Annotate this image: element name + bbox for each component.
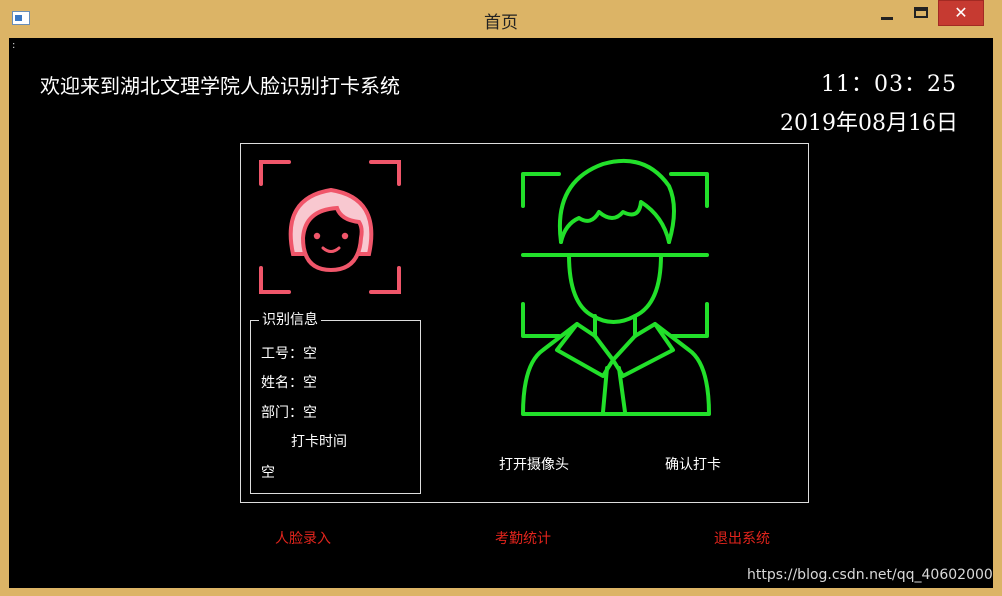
minimize-button[interactable] [873, 0, 901, 26]
punch-time-label: 打卡时间 [291, 434, 347, 450]
male-face-scan-icon [521, 158, 711, 416]
maximize-button[interactable] [907, 0, 935, 26]
open-camera-button[interactable]: 打开摄像头 [499, 454, 569, 474]
exit-system-button[interactable]: 退出系统 [714, 528, 770, 548]
welcome-text: 欢迎来到湖北文理学院人脸识别打卡系统 [40, 74, 400, 98]
punch-time-value: 空 [261, 465, 275, 481]
confirm-punch-button[interactable]: 确认打卡 [665, 454, 721, 474]
clock-date: 2019年08月16日 [780, 111, 958, 136]
recognition-panel: 识别信息 工号：空 姓名：空 部门：空 打卡时间 空 打开摄像头 确认打卡 [240, 143, 809, 503]
employee-id-label: 工号：空 [261, 346, 317, 362]
close-button[interactable]: ✕ [938, 0, 984, 26]
watermark-text: https://blog.csdn.net/qq_40602000 [747, 567, 993, 583]
window-title: 首页 [484, 13, 518, 33]
department-label: 部门：空 [261, 405, 317, 421]
name-label: 姓名：空 [261, 375, 317, 391]
female-face-scan-icon [259, 160, 401, 294]
recognition-info-title: 识别信息 [259, 312, 321, 328]
attendance-stats-button[interactable]: 考勤统计 [495, 528, 551, 548]
app-window: 首页 ✕ : 欢迎来到湖北文理学院人脸识别打卡系统 11：03：25 2019年… [0, 0, 1002, 596]
main-content: : 欢迎来到湖北文理学院人脸识别打卡系统 11：03：25 2019年08月16… [9, 38, 993, 588]
corner-dot: : [12, 40, 16, 51]
title-bar[interactable]: 首页 ✕ [0, 0, 1002, 38]
clock-time: 11：03：25 [821, 72, 957, 97]
face-enroll-button[interactable]: 人脸录入 [275, 528, 331, 548]
recognition-info-group: 识别信息 工号：空 姓名：空 部门：空 打卡时间 空 [250, 312, 421, 494]
